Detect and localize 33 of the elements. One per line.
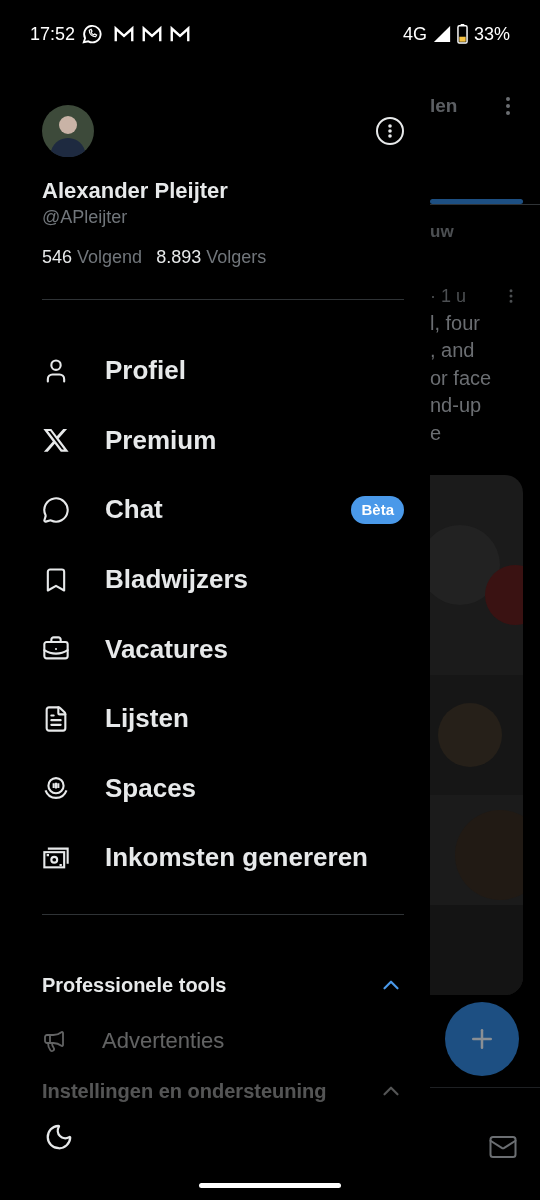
clock-time: 17:52 — [30, 22, 76, 46]
followers-link[interactable]: 8.893 Volgers — [156, 244, 267, 271]
post-text-line: or face — [430, 365, 493, 391]
battery-percentage: 33% — [473, 22, 510, 46]
post-text-line: nd-up — [430, 393, 483, 418]
menu-item[interactable]: Bladwijzers — [42, 554, 404, 605]
signal-icon — [432, 25, 451, 43]
menu-item[interactable]: Premium — [42, 415, 404, 466]
menu-item[interactable]: Vacatures — [42, 624, 404, 675]
menu-item[interactable]: Lijsten — [42, 693, 404, 744]
chat-bubble-icon — [42, 496, 70, 524]
section-heading: uw — [430, 221, 455, 243]
avatar[interactable] — [42, 105, 94, 157]
menu-item[interactable]: Profiel — [42, 345, 404, 396]
section-header[interactable]: Professionele tools — [42, 966, 404, 1003]
menu-item[interactable]: Chat — [42, 485, 352, 535]
menu-item[interactable]: Spaces — [42, 763, 404, 814]
beta-badge: Bèta — [351, 495, 404, 525]
battery-icon — [456, 24, 468, 44]
chat-phone-icon — [81, 23, 104, 45]
x-logo-icon — [42, 426, 70, 455]
post-text-line: e — [430, 420, 443, 446]
more-icon — [388, 124, 392, 138]
following-link[interactable]: 546 Volgend — [42, 244, 143, 271]
network-type: 4G — [402, 22, 427, 46]
more-options-button[interactable] — [376, 117, 404, 145]
post-text-line: l, four — [430, 310, 482, 336]
profile-handle: @APleijter — [42, 206, 129, 229]
post-time: · 1 u — [430, 284, 467, 308]
menu-item[interactable]: Inkomsten genereren — [42, 832, 404, 883]
post-text-line: , and — [430, 338, 476, 363]
profile-name: Alexander Pleijter — [42, 177, 229, 205]
dark-mode-icon[interactable] — [44, 1122, 74, 1152]
